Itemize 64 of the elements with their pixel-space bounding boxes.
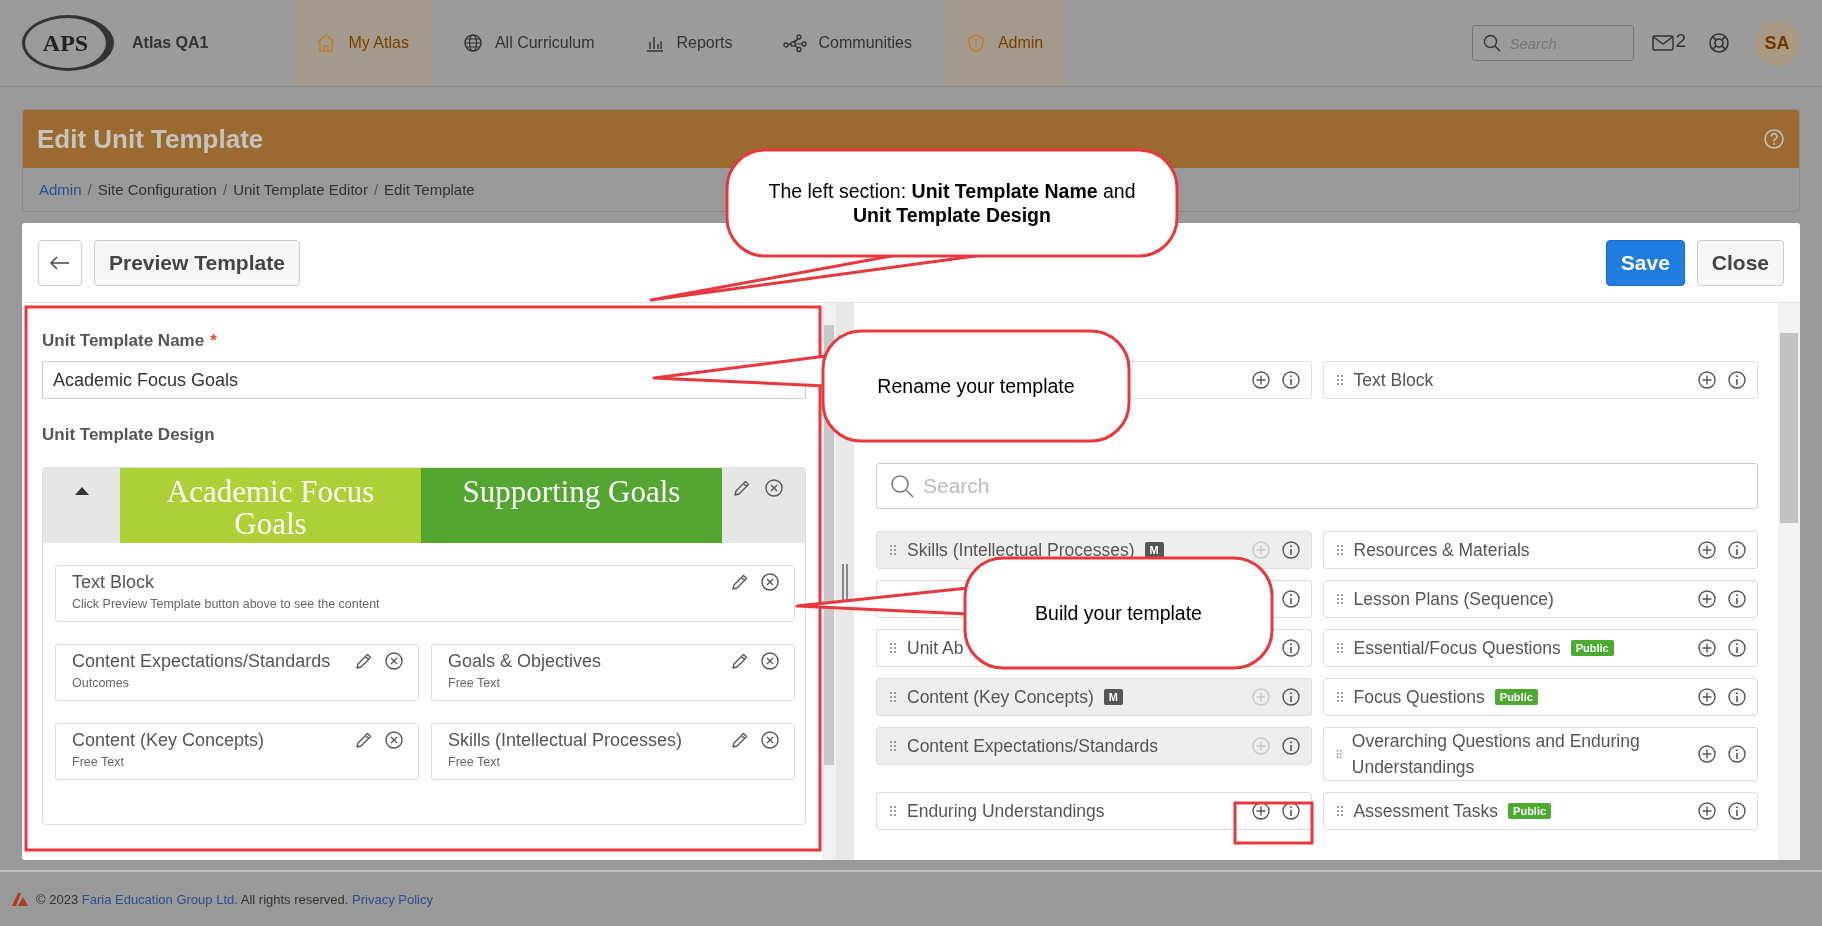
element-label: Skills (Intellectual Processes)	[907, 539, 1135, 562]
element-label: Resources & Materials	[1353, 539, 1530, 562]
element-card[interactable]: Enduring Understandings	[876, 792, 1312, 830]
breadcrumb-item: Edit Template	[384, 181, 475, 198]
block-card[interactable]: Goals & Objectives Free Text	[431, 644, 795, 701]
callout-text: Rename your template	[877, 374, 1075, 398]
element-card[interactable]: Resources & Materials	[1322, 531, 1758, 569]
required-mark: *	[210, 331, 217, 350]
badge: Public	[1494, 689, 1538, 705]
block-card[interactable]: Text Block Click Preview Template button above to see the content	[55, 565, 795, 622]
badge: Public	[1508, 803, 1552, 819]
block-title: Content Expectations/Standards	[72, 651, 332, 672]
nav-item[interactable]: All Curriculum	[444, 0, 613, 86]
search-field[interactable]: Search	[876, 463, 1758, 509]
block-card[interactable]: Skills (Intellectual Processes) Free Text	[431, 723, 795, 780]
site-name: Atlas QA1	[132, 34, 209, 52]
element-label: Focus Questions	[1353, 686, 1485, 709]
nav-item[interactable]: Reports	[626, 0, 751, 86]
field-label: Unit Template Name	[42, 331, 205, 350]
nav-item[interactable]: Communities	[764, 0, 930, 86]
page-title: Edit Unit Template	[37, 123, 264, 155]
badge: M	[1144, 542, 1164, 558]
block-title: Content (Key Concepts)	[72, 730, 266, 751]
element-label: Content (Key Concepts)	[907, 686, 1094, 709]
callout-text: The left section: Unit Template Name and Unit Template Design	[767, 179, 1137, 227]
block-subtitle: Free Text	[448, 676, 501, 690]
block-title: Text Block	[72, 572, 156, 593]
block-title: Skills (Intellectual Processes)	[448, 730, 684, 751]
badge: M	[1103, 689, 1123, 705]
section-label: Unit Template Design	[42, 425, 216, 445]
element-label: Enduring Understandings	[907, 800, 1105, 823]
element-card[interactable]: Overarching Questions and Enduring Understandings	[1322, 727, 1758, 781]
element-card[interactable]: Essential/Focus Questions Public	[1322, 629, 1758, 667]
breadcrumb-separator: /	[222, 181, 228, 198]
close-button[interactable]: Close	[1696, 239, 1784, 286]
element-label: Assessment Tasks	[1353, 800, 1499, 823]
element-card[interactable]: Lesson Plans (Sequence)	[1322, 580, 1758, 618]
callout-text: Build your template	[1035, 601, 1202, 625]
breadcrumb-item: Site Configuration	[97, 181, 217, 198]
footer-text: © 2023 Faria Education Group Ltd. All rights reserved. Privacy Policy	[36, 891, 433, 907]
block-card[interactable]: Content Expectations/Standards Outcomes	[55, 644, 419, 701]
block-title: Goals & Objectives	[448, 651, 603, 672]
preview-template-button[interactable]: Preview Template	[94, 239, 300, 286]
block-card[interactable]: Content (Key Concepts) Free Text	[55, 723, 419, 780]
block-subtitle: Outcomes	[72, 676, 130, 690]
element-label: Lesson Plans (Sequence)	[1353, 588, 1554, 611]
breadcrumb-separator: /	[373, 181, 379, 198]
mail-count: 2	[1675, 30, 1686, 52]
breadcrumb-item: Unit Template Editor	[233, 181, 368, 198]
breadcrumb-separator: /	[87, 181, 92, 198]
save-button[interactable]: Save	[1605, 239, 1685, 286]
logo[interactable]: APS	[22, 15, 114, 71]
element-label: Text Block	[1353, 369, 1434, 392]
element-label: Overarching Questions and Enduring Understandings	[1351, 730, 1641, 779]
block-subtitle: Free Text	[448, 755, 501, 769]
badge: Public	[1570, 640, 1614, 656]
element-card[interactable]: Assessment Tasks Public	[1322, 792, 1758, 830]
element-label: Essential/Focus Questions	[1353, 637, 1561, 660]
block-subtitle: Click Preview Template button above to see the content	[72, 597, 381, 611]
block-subtitle: Free Text	[72, 755, 125, 769]
element-card[interactable]: Text Block	[1322, 361, 1758, 399]
element-card[interactable]: Focus Questions Public	[1322, 678, 1758, 716]
element-label: Content Expectations/Standards	[907, 735, 1158, 758]
element-label: Unit Ab	[907, 637, 964, 660]
